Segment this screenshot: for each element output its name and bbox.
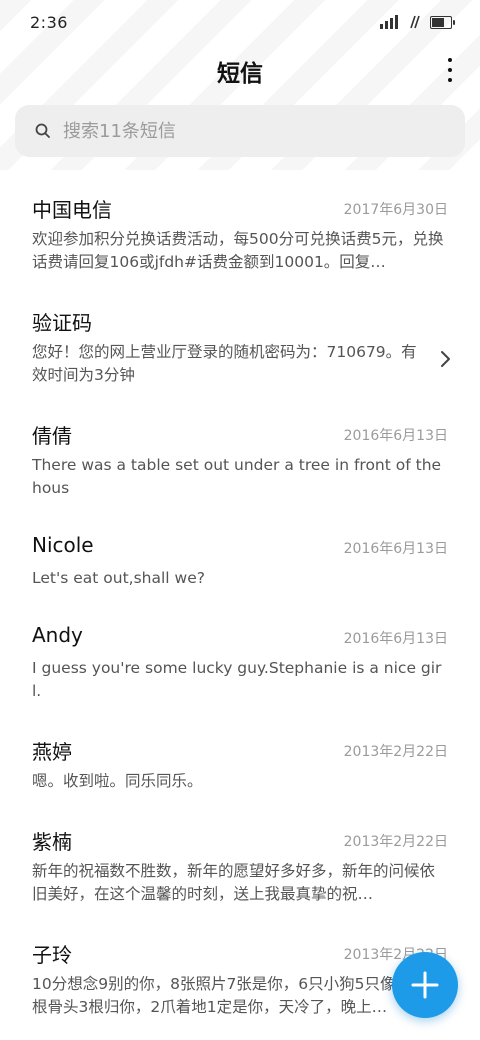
more-vertical-icon <box>448 58 452 62</box>
message-sender: 子玲 <box>32 943 72 967</box>
message-preview: 新年的祝福数不胜数，新年的愿望好多好多，新年的问候依旧美好，在这个温馨的时刻，送… <box>32 862 436 903</box>
message-sender: 倩倩 <box>32 424 72 448</box>
compose-message-button[interactable] <box>392 952 458 1018</box>
status-bar: 2:36 <box>0 0 480 44</box>
message-preview: I guess you're some lucky guy.Stephanie … <box>32 659 442 700</box>
message-sender: 中国电信 <box>32 198 112 222</box>
message-date: 2017年6月30日 <box>343 202 448 218</box>
app-header: 短信 <box>0 44 480 96</box>
message-sender: 紫楠 <box>32 830 72 854</box>
status-time: 2:36 <box>30 13 68 32</box>
more-options-button[interactable] <box>444 56 456 84</box>
message-date: 2013年2月22日 <box>343 834 448 850</box>
signal-slash-icon <box>410 15 420 29</box>
search-input[interactable] <box>61 119 435 143</box>
message-item[interactable]: 紫楠 2013年2月22日 新年的祝福数不胜数，新年的愿望好多好多，新年的问候依… <box>0 812 480 925</box>
message-item[interactable]: 验证码 您好！您的网上营业厅登录的随机密码为：710679。有效时间为3分钟 <box>0 293 480 406</box>
message-item[interactable]: Andy 2016年6月13日 I guess you're some luck… <box>0 609 480 722</box>
message-preview: 您好！您的网上营业厅登录的随机密码为：710679。有效时间为3分钟 <box>32 343 417 384</box>
message-preview: 欢迎参加积分兑换话费活动，每500分可兑换话费5元，兑换话费请回复106或jfd… <box>32 230 444 271</box>
message-date: 2016年6月13日 <box>343 541 448 557</box>
message-sender: 燕婷 <box>32 740 72 764</box>
message-sender: Nicole <box>32 533 94 557</box>
battery-icon <box>430 15 455 29</box>
message-preview: 嗯。收到啦。同乐同乐。 <box>32 772 203 790</box>
status-icons <box>380 14 455 30</box>
search-bar[interactable] <box>15 105 465 157</box>
plus-icon <box>411 971 439 999</box>
message-list: 中国电信 2017年6月30日 欢迎参加积分兑换话费活动，每500分可兑换话费5… <box>0 180 480 1038</box>
message-preview: There was a table set out under a tree i… <box>32 456 442 497</box>
message-date: 2016年6月13日 <box>343 428 448 444</box>
message-item[interactable]: Nicole 2016年6月13日 Let's eat out,shall we… <box>0 519 480 609</box>
message-date: 2016年6月13日 <box>343 631 448 647</box>
message-preview: 10分想念9别的你，8张照片7张是你，6只小狗5只像你，4根骨头3根归你，2爪着… <box>32 975 437 1016</box>
chevron-right-icon <box>441 351 450 367</box>
signal-icon <box>380 15 398 29</box>
message-sender: Andy <box>32 623 83 647</box>
message-item[interactable]: 燕婷 2013年2月22日 嗯。收到啦。同乐同乐。 <box>0 722 480 812</box>
message-preview: Let's eat out,shall we? <box>32 569 205 587</box>
sms-app-screen: 2:36 短信 中国电信 <box>0 0 480 1040</box>
message-sender: 验证码 <box>32 311 92 335</box>
message-date: 2013年2月22日 <box>343 744 448 760</box>
search-icon <box>35 123 50 138</box>
message-item[interactable]: 中国电信 2017年6月30日 欢迎参加积分兑换话费活动，每500分可兑换话费5… <box>0 180 480 293</box>
page-title: 短信 <box>217 61 263 87</box>
message-item[interactable]: 倩倩 2016年6月13日 There was a table set out … <box>0 406 480 519</box>
